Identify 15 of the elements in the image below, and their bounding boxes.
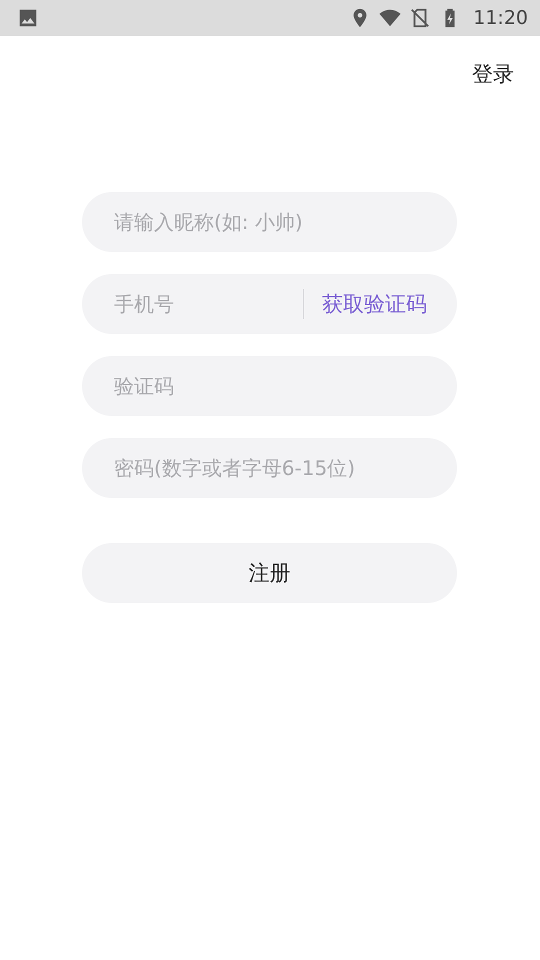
register-button[interactable]: 注册 [82, 543, 457, 603]
text-input[interactable]: 密码(数字或者字母6-15位) [112, 455, 427, 481]
text-input[interactable]: 请输入昵称(如: 小帅) [112, 209, 427, 235]
image-icon [17, 7, 39, 29]
status-time: 11:20 [473, 7, 528, 29]
input-field[interactable]: 手机号 获取验证码 [82, 274, 457, 334]
get-code-link[interactable]: 获取验证码 [322, 290, 427, 318]
text-input[interactable]: 验证码 [112, 373, 427, 399]
input-field[interactable]: 密码(数字或者字母6-15位) [82, 438, 457, 498]
input-field[interactable]: 验证码 [82, 356, 457, 416]
wifi-icon [379, 7, 402, 29]
login-link[interactable]: 登录 [472, 60, 514, 110]
text-input[interactable]: 手机号 [112, 291, 303, 317]
no-sim-icon [409, 7, 432, 29]
input-field[interactable]: 请输入昵称(如: 小帅) [82, 192, 457, 252]
